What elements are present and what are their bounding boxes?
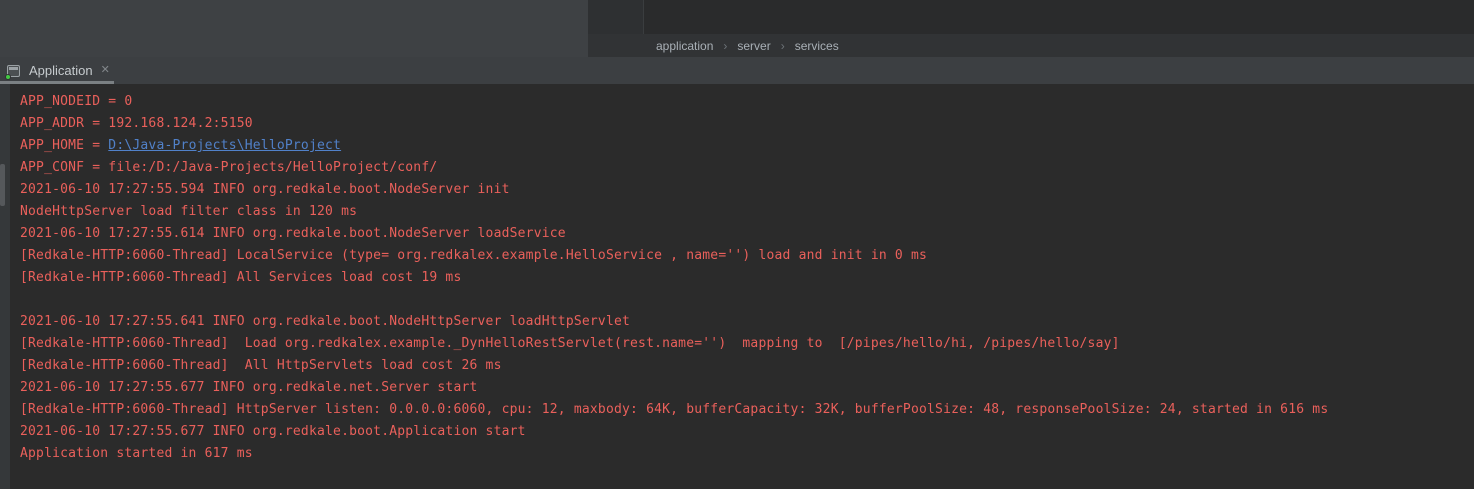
console-line: [Redkale-HTTP:6060-Thread] All HttpServl… (20, 355, 1474, 377)
log-text: 2021-06-10 17:27:55.677 INFO org.redkale… (20, 380, 478, 395)
log-text: [Redkale-HTTP:6060-Thread] Load org.redk… (20, 336, 1120, 351)
log-text: [Redkale-HTTP:6060-Thread] All Services … (20, 270, 461, 285)
close-icon[interactable]: ✕ (101, 65, 110, 76)
scrollbar-thumb[interactable] (0, 164, 5, 206)
console-panel: APP_NODEID = 0 APP_ADDR = 192.168.124.2:5… (0, 84, 1474, 489)
console-line (20, 289, 1474, 311)
log-text: APP_ADDR = 192.168.124.2:5150 (20, 116, 253, 131)
console-line: APP_HOME = D:\Java-Projects\HelloProject (20, 135, 1474, 157)
console-line: APP_NODEID = 0 (20, 91, 1474, 113)
editor-top-strip (588, 0, 1474, 34)
console-line: APP_ADDR = 192.168.124.2:5150 (20, 113, 1474, 135)
tab-application[interactable]: Application ✕ (0, 57, 120, 84)
console-line: 2021-06-10 17:27:55.677 INFO org.redkale… (20, 377, 1474, 399)
running-indicator-dot (5, 74, 11, 80)
file-path-link[interactable]: D:\Java-Projects\HelloProject (108, 138, 341, 153)
console-line: 2021-06-10 17:27:55.677 INFO org.redkale… (20, 421, 1474, 443)
console-output[interactable]: APP_NODEID = 0 APP_ADDR = 192.168.124.2:5… (10, 84, 1474, 489)
console-line: APP_CONF = file:/D:/Java-Projects/HelloP… (20, 157, 1474, 179)
console-line: [Redkale-HTTP:6060-Thread] Load org.redk… (20, 333, 1474, 355)
tab-label: Application (29, 63, 93, 78)
breadcrumb-item-application[interactable]: application (656, 39, 713, 53)
console-line: 2021-06-10 17:27:55.614 INFO org.redkale… (20, 223, 1474, 245)
breadcrumb-separator-icon: › (723, 39, 727, 53)
console-tab-bar: Application ✕ (0, 57, 1474, 84)
console-line: Application started in 617 ms (20, 443, 1474, 465)
log-text: 2021-06-10 17:27:55.677 INFO org.redkale… (20, 424, 526, 439)
console-line: 2021-06-10 17:27:55.641 INFO org.redkale… (20, 311, 1474, 333)
log-text: APP_HOME = (20, 138, 108, 153)
breadcrumb-item-services[interactable]: services (795, 39, 839, 53)
breadcrumb-separator-icon: › (781, 39, 785, 53)
breadcrumb-item-server[interactable]: server (737, 39, 770, 53)
log-text: APP_NODEID = 0 (20, 94, 132, 109)
console-line: NodeHttpServer load filter class in 120 … (20, 201, 1474, 223)
ide-window: application › server › services Application … (0, 0, 1474, 489)
editor-gutter-strip (588, 0, 644, 34)
log-text: 2021-06-10 17:27:55.614 INFO org.redkale… (20, 226, 566, 241)
console-gutter (0, 84, 10, 489)
editor-area (0, 0, 588, 57)
log-text: [Redkale-HTTP:6060-Thread] HttpServer li… (20, 402, 1328, 417)
log-text: Application started in 617 ms (20, 446, 253, 461)
log-text: NodeHttpServer load filter class in 120 … (20, 204, 357, 219)
log-text: 2021-06-10 17:27:55.641 INFO org.redkale… (20, 314, 630, 329)
log-text: [Redkale-HTTP:6060-Thread] All HttpServl… (20, 358, 502, 373)
console-titlebar-icon (9, 67, 18, 70)
console-line: 2021-06-10 17:27:55.594 INFO org.redkale… (20, 179, 1474, 201)
console-line: [Redkale-HTTP:6060-Thread] HttpServer li… (20, 399, 1474, 421)
console-line: [Redkale-HTTP:6060-Thread] All Services … (20, 267, 1474, 289)
log-text: APP_CONF = file:/D:/Java-Projects/HelloP… (20, 160, 437, 175)
breadcrumb: application › server › services (588, 34, 1474, 57)
run-console-icon (6, 64, 22, 78)
console-line: [Redkale-HTTP:6060-Thread] LocalService … (20, 245, 1474, 267)
log-text: [Redkale-HTTP:6060-Thread] LocalService … (20, 248, 927, 263)
log-text: 2021-06-10 17:27:55.594 INFO org.redkale… (20, 182, 510, 197)
